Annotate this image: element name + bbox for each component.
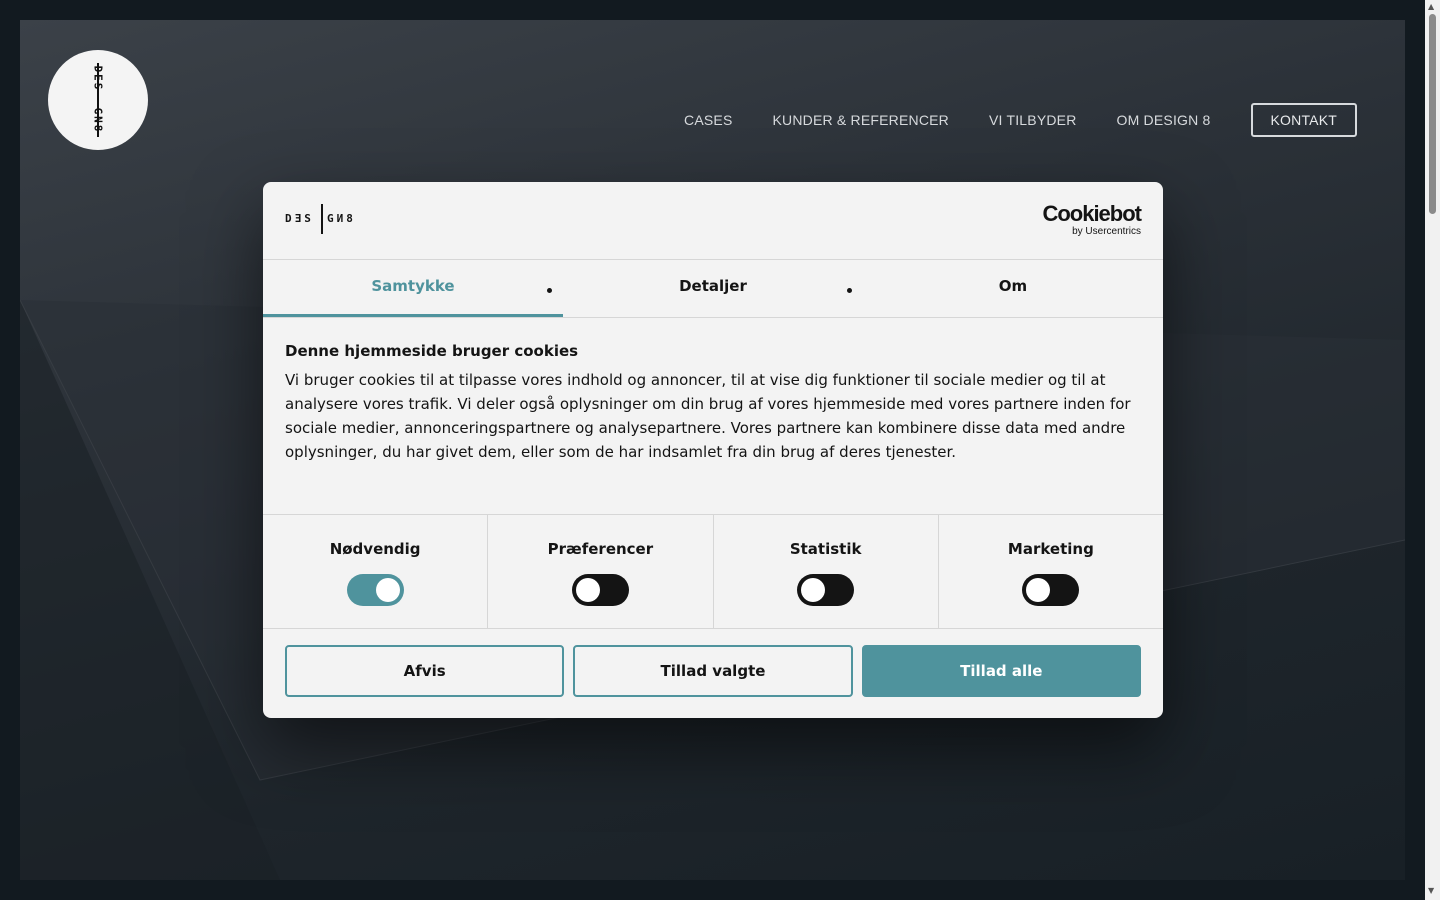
toggle-knob [801, 578, 826, 602]
toggle-group-nodvendig: Nødvendig [263, 515, 489, 628]
toggle-knob [1026, 578, 1051, 602]
consent-heading: Denne hjemmeside bruger cookies [285, 342, 579, 360]
toggle-label-nodvendig: Nødvendig [329, 540, 421, 558]
cookiebot-byline: by Usercentrics [1072, 226, 1141, 237]
cookiebot-wordmark: Cookiebot [1042, 201, 1142, 226]
nav-kunder-referencer[interactable]: KUNDER & REFERENCER [772, 112, 949, 128]
brand-text-left: DƎS [285, 212, 314, 225]
consent-buttons: Afvis Tillad valgte Tillad alle [263, 629, 1163, 713]
nav-vi-tilbyder[interactable]: VI TILBYDER [989, 112, 1077, 128]
brand-text-right: GИ8 [327, 212, 356, 225]
nav-cases[interactable]: CASES [684, 112, 732, 128]
toggle-group-statistik: Statistik [714, 515, 939, 628]
toggle-knob [575, 578, 600, 602]
design8-logo-icon: DƎS GИ8 [285, 204, 365, 236]
consent-body: Denne hjemmeside bruger cookies Vi bruge… [263, 318, 1163, 515]
main-nav: CASES KUNDER & REFERENCER VI TILBYDER OM… [644, 103, 1357, 137]
toggle-switch-marketing[interactable] [1022, 574, 1080, 606]
brand-divider [321, 204, 323, 234]
scroll-down-icon[interactable]: ▼ [1428, 886, 1434, 895]
cookiebot-logo-icon[interactable]: Cookiebot by Usercentrics [1042, 201, 1142, 238]
toggle-group-marketing: Marketing [939, 515, 1163, 628]
tab-detaljer[interactable]: Detaljer [563, 260, 863, 317]
tab-samtykke[interactable]: Samtykke [263, 260, 563, 317]
tab-separator-dot [847, 288, 852, 293]
tab-om[interactable]: Om [863, 260, 1163, 317]
toggle-switch-statistik[interactable] [797, 574, 855, 606]
consent-toggles: Nødvendig Præferencer Statistik Marketin… [263, 515, 1163, 629]
allow-selected-button[interactable]: Tillad valgte [573, 645, 853, 697]
reject-button[interactable]: Afvis [285, 645, 565, 697]
logo-text-bottom: GN8 [91, 107, 105, 134]
consent-text: Vi bruger cookies til at tilpasse vores … [285, 371, 1131, 461]
allow-all-button[interactable]: Tillad alle [861, 645, 1141, 697]
tab-separator-dot [547, 288, 552, 293]
toggle-label-statistik: Statistik [789, 540, 862, 558]
toggle-knob [375, 578, 400, 602]
dialog-header: DƎS GИ8 Cookiebot by Usercentrics [263, 182, 1163, 260]
site-logo[interactable]: DES GN8 [48, 50, 148, 150]
page-scrollbar[interactable]: ▲ ▼ [1425, 0, 1440, 900]
scrollbar-thumb[interactable] [1429, 14, 1436, 214]
nav-om-design8[interactable]: OM DESIGN 8 [1117, 112, 1211, 128]
consent-tabs: Samtykke Detaljer Om [263, 260, 1163, 318]
scroll-up-icon[interactable]: ▲ [1428, 2, 1434, 11]
toggle-label-marketing: Marketing [1007, 540, 1094, 558]
toggle-label-praeferencer: Præferencer [547, 540, 654, 558]
toggle-group-praeferencer: Præferencer [488, 515, 714, 628]
contact-button[interactable]: KONTAKT [1250, 103, 1357, 137]
toggle-switch-nodvendig[interactable] [346, 574, 404, 606]
toggle-switch-praeferencer[interactable] [571, 574, 629, 606]
cookie-consent-dialog: DƎS GИ8 Cookiebot by Usercentrics Samtyk… [263, 182, 1163, 718]
logo-text-top: DES [91, 65, 105, 92]
